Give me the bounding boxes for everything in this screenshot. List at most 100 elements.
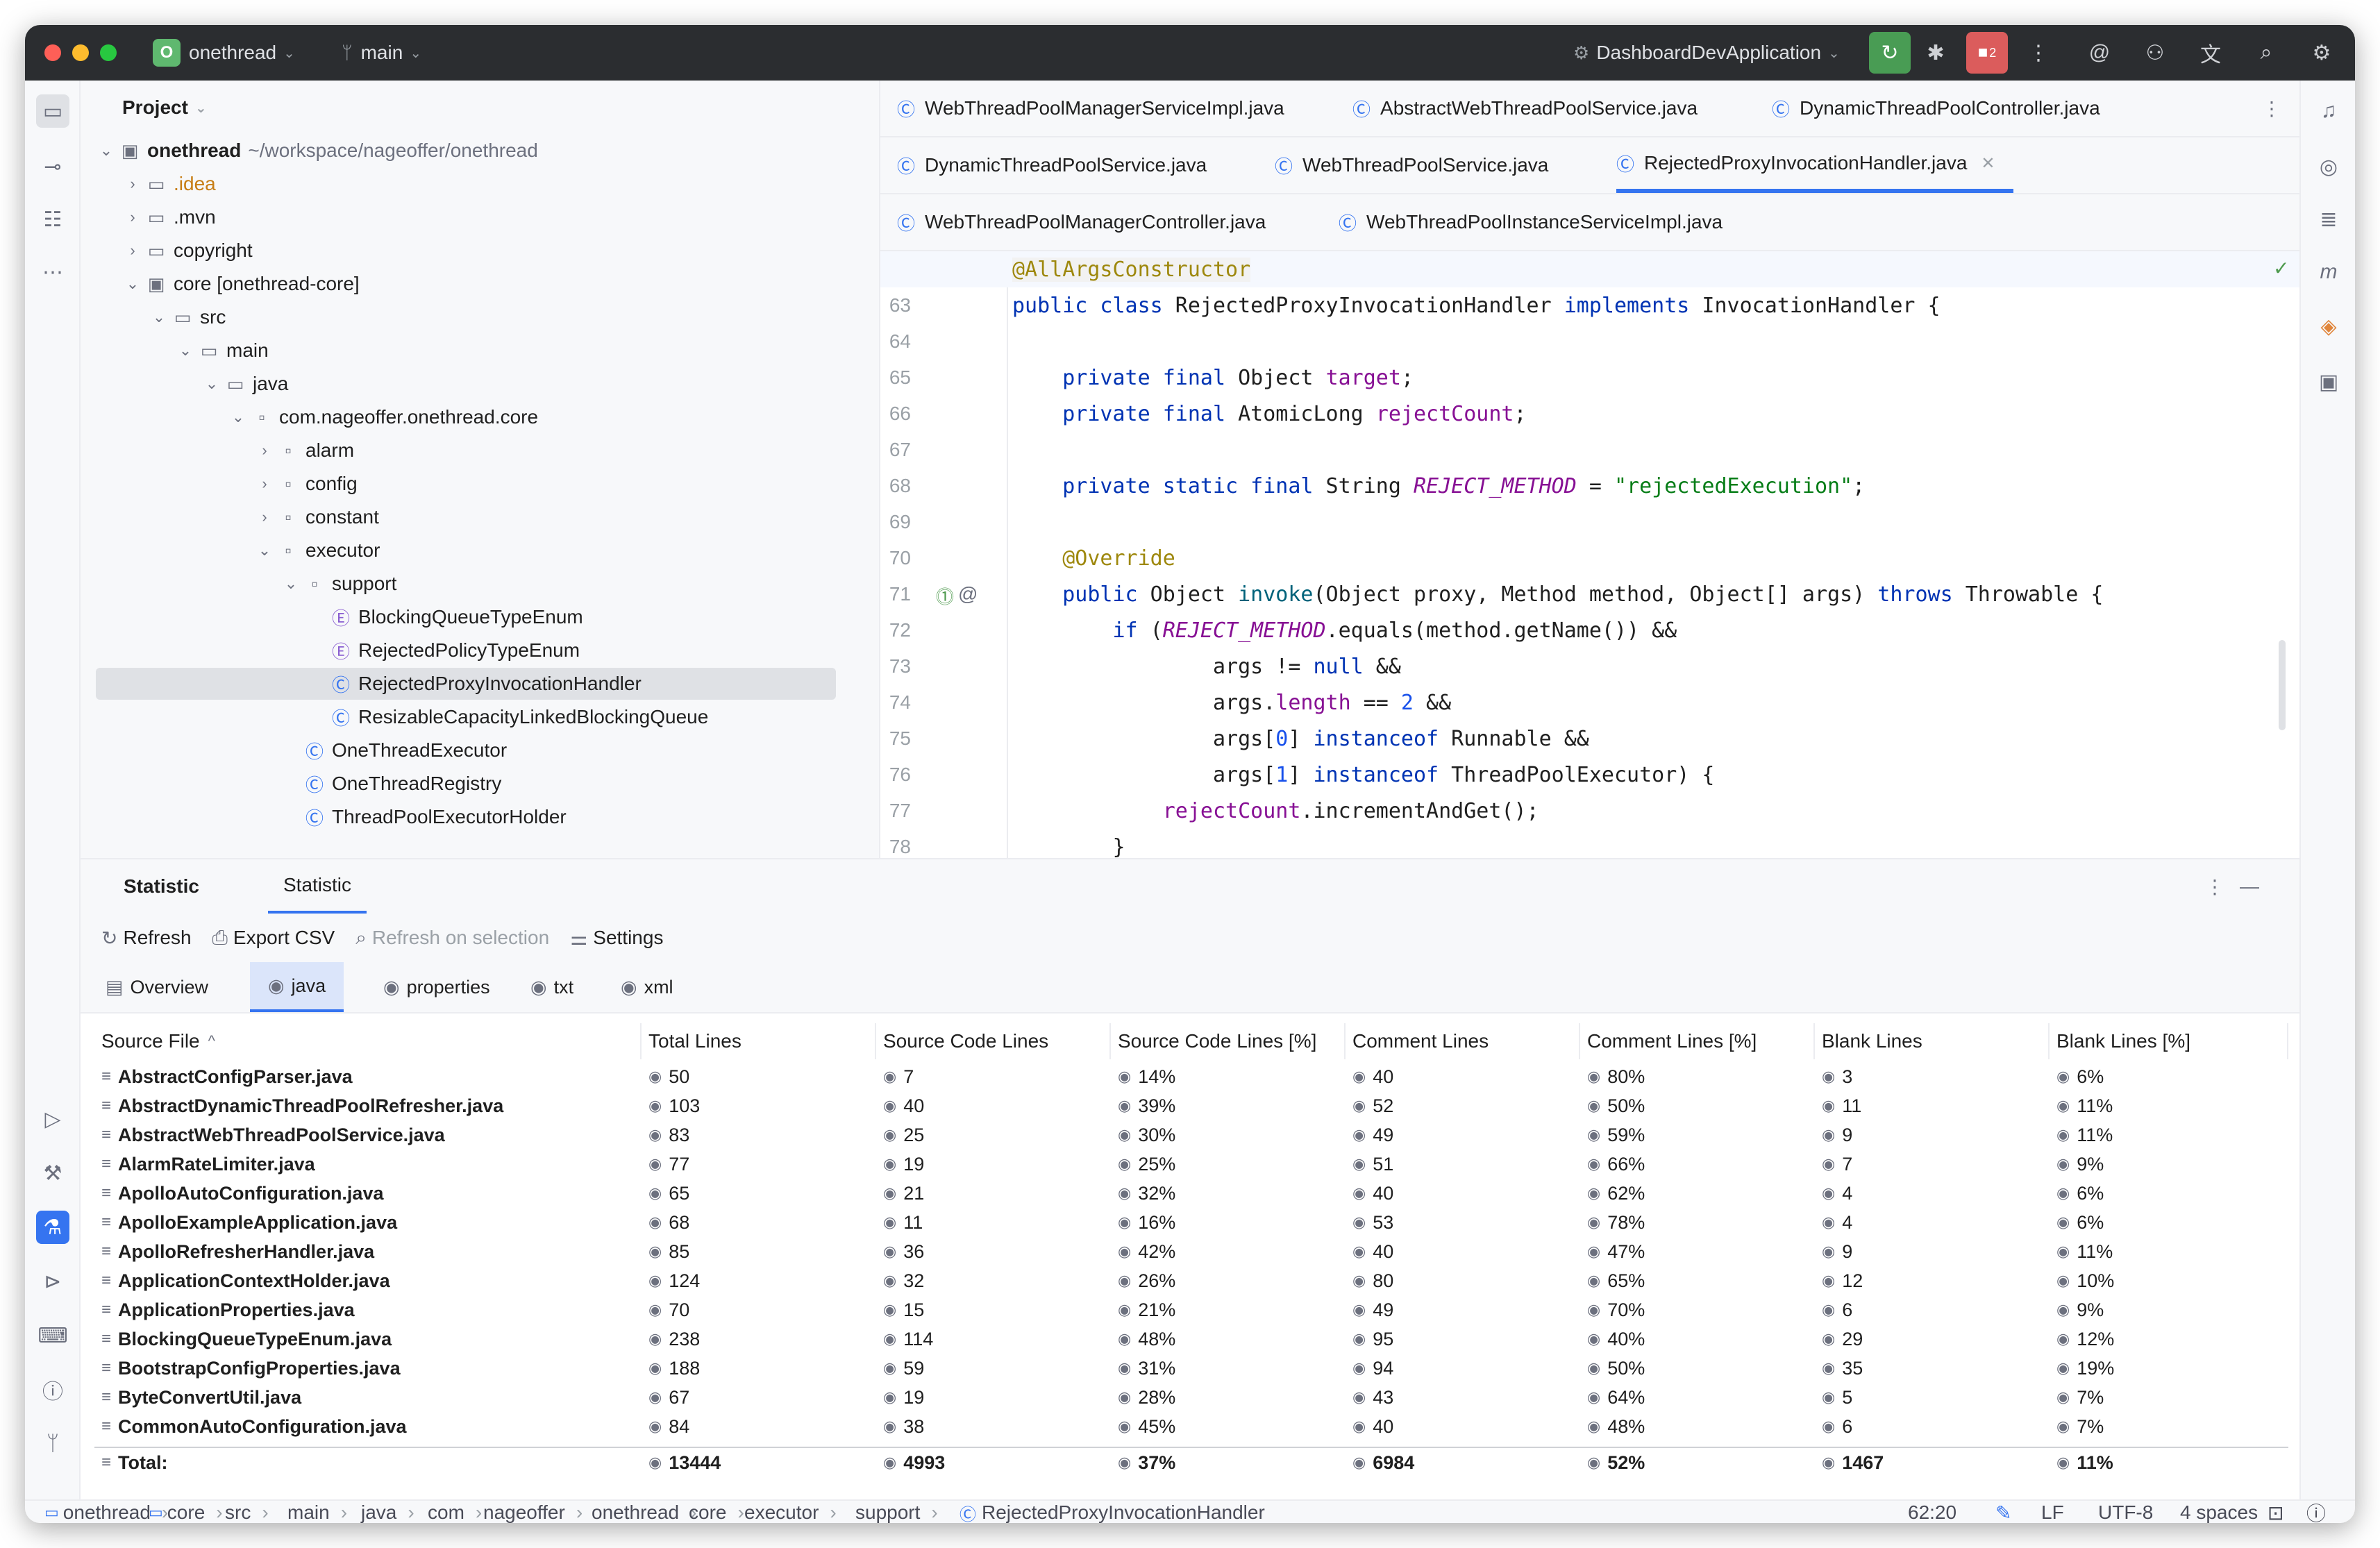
more-tools-button[interactable]: ⋯ — [36, 255, 69, 289]
tree-item[interactable]: › ▫ constant — [96, 501, 836, 533]
chevron-right-icon[interactable]: › — [122, 175, 143, 193]
tree-item[interactable]: Ⓒ OneThreadExecutor — [96, 734, 836, 766]
column-header[interactable]: Blank Lines — [1815, 1023, 2050, 1059]
close-tab-icon[interactable]: ✕ — [1981, 153, 1995, 174]
column-header[interactable]: Source File ^ — [94, 1023, 642, 1059]
tree-item[interactable]: › ▭ copyright — [96, 235, 836, 267]
statistic-tool-button[interactable]: ⚗ — [36, 1211, 69, 1244]
maven-button[interactable]: m — [2312, 255, 2345, 289]
table-row[interactable]: ≡ AlarmRateLimiter.java ◉ 77 ◉ 19 ◉ 25% ◉ 51 ◉ 66% ◉… — [94, 1150, 2288, 1179]
tab-xml[interactable]: ◉ xml — [603, 962, 692, 1012]
services-tool-button[interactable]: ⊳ — [36, 1265, 69, 1298]
ai-chat-button[interactable]: ◎ — [2312, 150, 2345, 183]
debug-button[interactable]: ✱ — [1920, 37, 1951, 68]
tab-properties[interactable]: ◉ properties — [365, 962, 508, 1012]
table-row[interactable]: ≡ BootstrapConfigProperties.java ◉ 188 ◉ 59 ◉ 3… — [94, 1354, 2288, 1383]
minimize-window-button[interactable] — [72, 44, 89, 61]
export-csv-button[interactable]: ⎙ Export CSV — [212, 927, 335, 950]
column-header[interactable]: Blank Lines [%] — [2050, 1023, 2288, 1059]
column-header[interactable]: Total Lines — [642, 1023, 876, 1059]
tree-item[interactable]: Ⓒ ThreadPoolExecutorHolder — [96, 801, 836, 833]
chevron-down-icon[interactable]: ⌄ — [201, 375, 222, 393]
chevron-right-icon[interactable]: › — [122, 242, 143, 260]
build-tool-button[interactable]: ⚒ — [36, 1156, 69, 1190]
translate-button[interactable]: 文 — [2195, 37, 2226, 68]
total-row[interactable]: ≡ Total: ◉ 13444 ◉ 4993 ◉ 37% ◉ 6984 ◉ 52% ◉ 1467 ◉ 11% — [94, 1447, 2288, 1476]
tree-item[interactable]: Ⓒ ResizableCapacityLinkedBlockingQueue — [96, 701, 836, 733]
table-row[interactable]: ≡ AbstractConfigParser.java ◉ 50 ◉ 7 ◉ 14% ◉ 40 ◉ 8… — [94, 1062, 2288, 1091]
tree-item[interactable]: Ⓔ RejectedPolicyTypeEnum — [96, 634, 836, 666]
plugin-button[interactable]: ◈ — [2312, 310, 2345, 343]
column-header[interactable]: Comment Lines — [1346, 1023, 1580, 1059]
editor-tab[interactable]: Ⓒ DynamicThreadPoolService.java — [897, 137, 1207, 193]
zoom-window-button[interactable] — [100, 44, 117, 61]
table-row[interactable]: ≡ CommonAutoConfiguration.java ◉ 84 ◉ 38 ◉ 45% ◉… — [94, 1412, 2288, 1441]
tree-item[interactable]: ⌄ ▣ core [onethread-core] — [96, 268, 836, 300]
refresh-on-selection-button[interactable]: ⌕ Refresh on selection — [355, 927, 549, 950]
ai-assistant-button[interactable]: @ — [2084, 37, 2115, 68]
implements-gutter-icon[interactable]: ⓵ — [936, 583, 954, 609]
chevron-down-icon[interactable]: ⌄ — [254, 541, 275, 560]
tree-item[interactable]: › ▫ alarm — [96, 435, 836, 466]
editor-tab-active[interactable]: Ⓒ RejectedProxyInvocationHandler.java ✕ — [1616, 137, 2013, 193]
breadcrumb-item[interactable]: main › — [287, 1501, 347, 1523]
breadcrumb-item[interactable]: onethread › — [592, 1501, 696, 1523]
more-actions-button[interactable]: ⋮ — [2023, 37, 2054, 68]
table-row[interactable]: ≡ AbstractWebThreadPoolService.java ◉ 83 ◉ 25… — [94, 1120, 2288, 1150]
stop-button[interactable]: ■ 2 — [1966, 32, 2008, 74]
tree-item[interactable]: ⌄ ▭ main — [96, 335, 836, 367]
indent-setting[interactable]: 4 spaces — [2180, 1501, 2258, 1523]
tree-item[interactable]: ⌄ ▫ executor — [96, 535, 836, 566]
breadcrumb-item[interactable]: ▭ core › — [149, 1501, 223, 1523]
editor-tab[interactable]: Ⓒ WebThreadPoolInstanceServiceImpl.java — [1339, 194, 1723, 250]
tree-item[interactable]: ⌄ ▫ com.nageoffer.onethread.core — [96, 401, 836, 433]
file-encoding[interactable]: UTF-8 — [2098, 1501, 2153, 1523]
breadcrumb-item[interactable]: executor › — [744, 1501, 837, 1523]
chevron-down-icon[interactable]: ⌄ — [149, 308, 169, 326]
statistic-content-tab[interactable]: Statistic — [268, 859, 367, 914]
breadcrumb-item[interactable]: com › — [428, 1501, 482, 1523]
table-row[interactable]: ≡ ApplicationContextHolder.java ◉ 124 ◉ 32 ◉ 26… — [94, 1266, 2288, 1295]
tab-overview[interactable]: ▤ Overview — [87, 962, 226, 1012]
chevron-down-icon[interactable]: ⌄ — [280, 575, 301, 593]
editor-tab[interactable]: Ⓒ AbstractWebThreadPoolService.java — [1352, 81, 1698, 136]
line-separator[interactable]: LF — [2041, 1501, 2064, 1523]
tab-options-button[interactable]: ⋮ — [2262, 81, 2281, 136]
annotation-gutter-icon[interactable]: @ — [958, 583, 978, 605]
editor-tab[interactable]: Ⓒ DynamicThreadPoolController.java — [1772, 81, 2100, 136]
tree-item[interactable]: Ⓒ OneThreadRegistry — [96, 768, 836, 800]
editor-scrollbar[interactable] — [2279, 640, 2286, 730]
structure-tool-button[interactable]: ☷ — [36, 203, 69, 236]
breadcrumb-item[interactable]: Ⓒ RejectedProxyInvocationHandler — [959, 1501, 1265, 1523]
editor-tab[interactable]: Ⓒ WebThreadPoolManagerController.java — [897, 194, 1266, 250]
settings-button[interactable]: ⚙ — [2306, 37, 2337, 68]
chevron-down-icon[interactable]: ⌄ — [228, 408, 249, 426]
ai-status-icon[interactable]: ✎ — [1995, 1501, 2011, 1524]
tree-item[interactable]: ⌄ ▣ onethread ~/workspace/nageoffer/onethre… — [96, 135, 836, 167]
settings-button[interactable]: ⚌ Settings — [570, 927, 663, 950]
table-row[interactable]: ≡ ApolloAutoConfiguration.java ◉ 65 ◉ 21 ◉ 32% ◉… — [94, 1179, 2288, 1208]
table-row[interactable]: ≡ AbstractDynamicThreadPoolRefresher.java… — [94, 1091, 2288, 1120]
breadcrumb-item[interactable]: src › — [225, 1501, 269, 1523]
breadcrumb-item[interactable]: nageoffer › — [483, 1501, 583, 1523]
chevron-down-icon[interactable]: ⌄ — [122, 275, 143, 293]
table-row[interactable]: ≡ ApolloRefresherHandler.java ◉ 85 ◉ 36 ◉ 42% ◉ 4… — [94, 1237, 2288, 1266]
chevron-right-icon[interactable]: › — [122, 208, 143, 226]
chevron-down-icon[interactable]: ⌄ — [175, 342, 196, 360]
branch-switcher[interactable]: ᛘ main ⌄ — [342, 25, 421, 81]
close-window-button[interactable] — [44, 44, 61, 61]
table-row[interactable]: ≡ ApolloExampleApplication.java ◉ 68 ◉ 11 ◉ 16%… — [94, 1208, 2288, 1237]
chevron-right-icon[interactable]: › — [254, 441, 275, 460]
terminal-tool-button[interactable]: ⌨ — [36, 1319, 69, 1352]
project-switcher[interactable]: O onethread ⌄ — [153, 25, 295, 81]
editor-tab[interactable]: Ⓒ WebThreadPoolManagerServiceImpl.java — [897, 81, 1284, 136]
breadcrumb-item[interactable]: support › — [855, 1501, 938, 1523]
run-tool-button[interactable]: ▷ — [36, 1102, 69, 1136]
caret-position[interactable]: 62:20 — [1908, 1501, 1956, 1523]
tree-item[interactable]: Ⓔ BlockingQueueTypeEnum — [96, 601, 836, 633]
tab-txt[interactable]: ◉ txt — [512, 962, 592, 1012]
code-area[interactable]: 6263646566676869707172737475767778 @AllA… — [880, 251, 2299, 858]
tree-item[interactable]: Ⓒ RejectedProxyInvocationHandler — [96, 668, 836, 700]
chevron-right-icon[interactable]: › — [254, 508, 275, 526]
tree-item[interactable]: › ▭ .idea — [96, 168, 836, 200]
